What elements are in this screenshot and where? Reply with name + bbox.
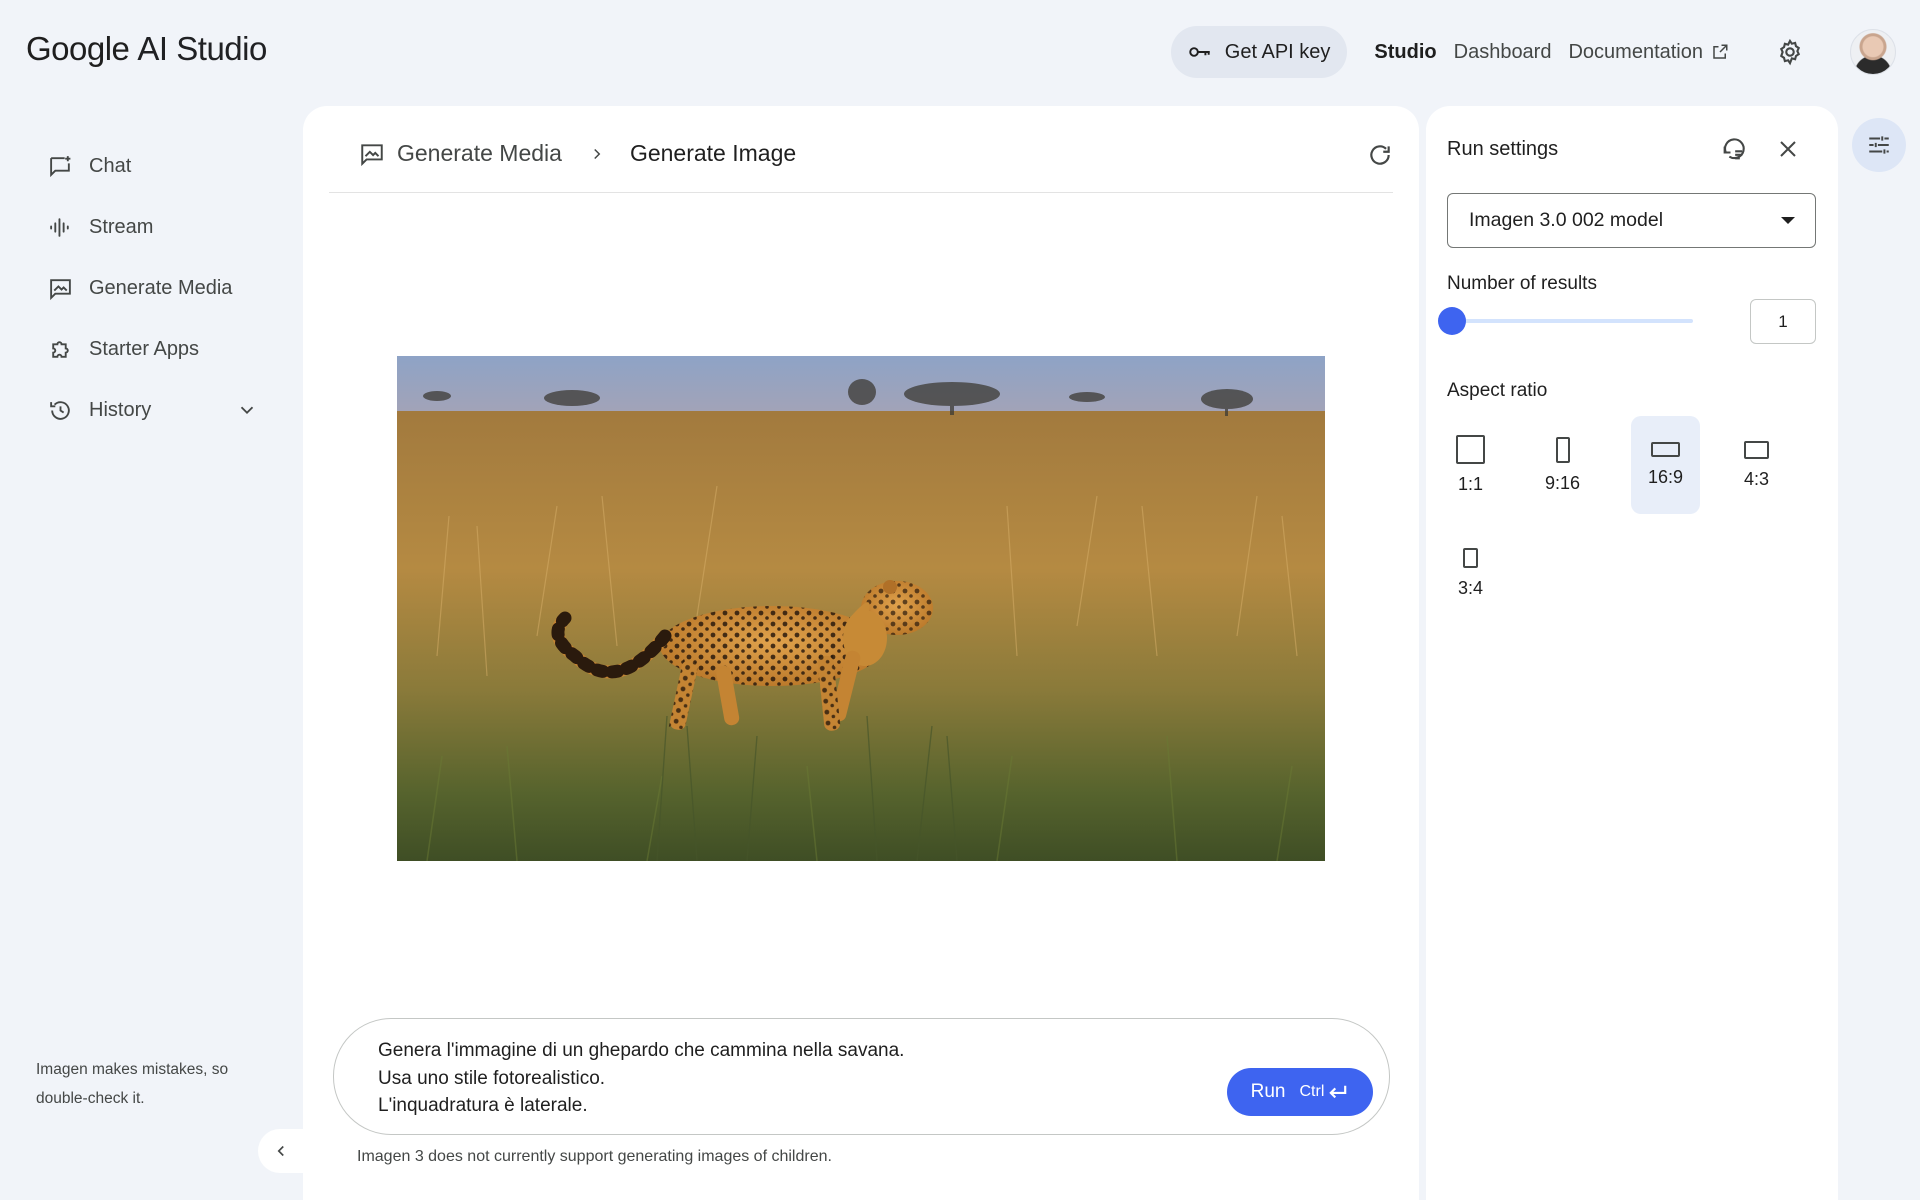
image-icon <box>50 278 71 300</box>
run-shortcut: Ctrl <box>1299 1083 1349 1101</box>
number-of-results-input[interactable]: 1 <box>1750 299 1816 344</box>
number-of-results-slider-thumb[interactable] <box>1438 307 1466 335</box>
reset-settings-icon[interactable] <box>1720 135 1748 163</box>
sidebar-item-stream[interactable]: Stream <box>0 201 280 253</box>
settings-gear-icon[interactable] <box>1776 38 1804 66</box>
run-shortcut-label: Ctrl <box>1299 1083 1325 1100</box>
header-actions: Get API key Studio Dashboard Documentati… <box>1170 26 1896 78</box>
sidebar-item-label: Starter Apps <box>89 337 200 360</box>
run-button[interactable]: Run Ctrl <box>1227 1068 1373 1116</box>
tune-icon <box>1869 136 1889 154</box>
toggle-run-settings-button[interactable] <box>1852 118 1906 172</box>
aspect-option-label: 16:9 <box>1647 467 1684 487</box>
logo-product-text: AI Studio <box>137 30 267 67</box>
portrait-ratio-icon <box>1463 547 1478 568</box>
enter-key-icon <box>1329 1085 1347 1099</box>
documentation-label: Documentation <box>1568 40 1703 63</box>
get-api-key-button[interactable]: Get API key <box>1170 26 1348 78</box>
external-link-icon <box>1713 44 1728 59</box>
collapse-sidebar-button[interactable] <box>258 1129 304 1173</box>
app-logo[interactable]: Google AI Studio <box>26 30 267 68</box>
close-icon[interactable] <box>1776 137 1800 161</box>
logo-google-text: Google <box>26 30 130 67</box>
aspect-option-3-4[interactable]: 3:4 <box>1436 524 1505 622</box>
breadcrumb: Generate Media Generate Image <box>359 140 796 167</box>
history-icon <box>50 400 70 420</box>
sidebar-disclaimer: Imagen makes mistakes, so double-check i… <box>36 1061 229 1107</box>
breadcrumb-current: Generate Image <box>629 140 797 166</box>
aspect-option-16-9[interactable]: 16:9 <box>1631 416 1700 514</box>
header-divider <box>329 192 1393 193</box>
prompt-line: Usa uno stile fotorealistico. <box>378 1067 606 1089</box>
aspect-option-4-3[interactable]: 4:3 <box>1722 416 1791 514</box>
generated-image[interactable] <box>397 356 1325 861</box>
dropdown-caret-icon <box>1781 217 1795 224</box>
prompt-input[interactable]: Genera l'immagine di un ghepardo che cam… <box>333 1018 1390 1135</box>
key-icon <box>1189 47 1210 57</box>
run-button-label: Run <box>1250 1081 1286 1102</box>
user-avatar[interactable] <box>1850 29 1896 75</box>
aspect-option-1-1[interactable]: 1:1 <box>1436 416 1505 514</box>
chevron-right-icon <box>594 148 601 159</box>
sidebar-item-chat[interactable]: Chat <box>0 140 280 192</box>
image-icon <box>361 143 383 166</box>
portrait-ratio-icon <box>1555 436 1570 463</box>
chevron-down-icon[interactable] <box>236 399 258 421</box>
run-settings-panel: Run settings Imagen 3.0 002 model Number… <box>1426 106 1838 1200</box>
number-of-results-label: Number of results <box>1447 273 1597 294</box>
sidebar-item-generate-media[interactable]: Generate Media <box>0 262 280 314</box>
puzzle-icon <box>52 340 69 358</box>
aspect-option-label: 9:16 <box>1544 472 1581 493</box>
aspect-option-9-16[interactable]: 9:16 <box>1528 416 1597 514</box>
aspect-ratio-label: Aspect ratio <box>1447 380 1548 401</box>
nav-dashboard-link[interactable]: Dashboard <box>1454 41 1552 64</box>
model-select[interactable]: Imagen 3.0 002 model <box>1447 193 1816 248</box>
nav-documentation-link[interactable]: Documentation <box>1568 41 1729 64</box>
chat-icon <box>50 155 71 177</box>
sidebar-item-label: Stream <box>89 215 154 238</box>
sidebar-item-label: History <box>89 398 152 421</box>
aspect-option-label: 1:1 <box>1457 474 1484 494</box>
main-panel: Generate Media Generate Image Genera l'i… <box>303 106 1419 1200</box>
aspect-option-label: 4:3 <box>1743 468 1770 489</box>
nav-studio-link[interactable]: Studio <box>1374 41 1436 64</box>
get-api-key-label: Get API key <box>1224 40 1331 63</box>
aspect-option-label: 3:4 <box>1457 577 1484 598</box>
breadcrumb-parent[interactable]: Generate Media <box>359 140 562 167</box>
prompt-footnote: Imagen 3 does not currently support gene… <box>357 1148 832 1165</box>
prompt-line: L'inquadratura è laterale. <box>378 1095 588 1116</box>
breadcrumb-parent-label: Generate Media <box>397 140 562 166</box>
landscape-ratio-icon <box>1651 442 1680 457</box>
landscape-ratio-icon <box>1744 440 1769 459</box>
prompt-line: Genera l'immagine di un ghepardo che cam… <box>378 1040 905 1061</box>
audio-wave-icon <box>50 217 69 237</box>
run-settings-title: Run settings <box>1447 138 1559 160</box>
refresh-icon[interactable] <box>1367 142 1393 168</box>
sidebar-item-label: Chat <box>89 154 132 177</box>
model-select-value: Imagen 3.0 002 model <box>1469 209 1664 231</box>
sidebar-item-history[interactable]: History <box>0 384 280 436</box>
prompt-text[interactable]: Genera l'immagine di un ghepardo che cam… <box>378 1037 904 1120</box>
sidebar-item-starter-apps[interactable]: Starter Apps <box>0 323 280 375</box>
number-of-results-slider-track[interactable] <box>1452 319 1693 323</box>
square-ratio-icon <box>1456 435 1485 464</box>
sidebar: Chat Stream Generate Media Starter Apps … <box>0 140 280 445</box>
chevron-left-icon <box>277 1145 284 1157</box>
sidebar-item-label: Generate Media <box>89 276 233 299</box>
